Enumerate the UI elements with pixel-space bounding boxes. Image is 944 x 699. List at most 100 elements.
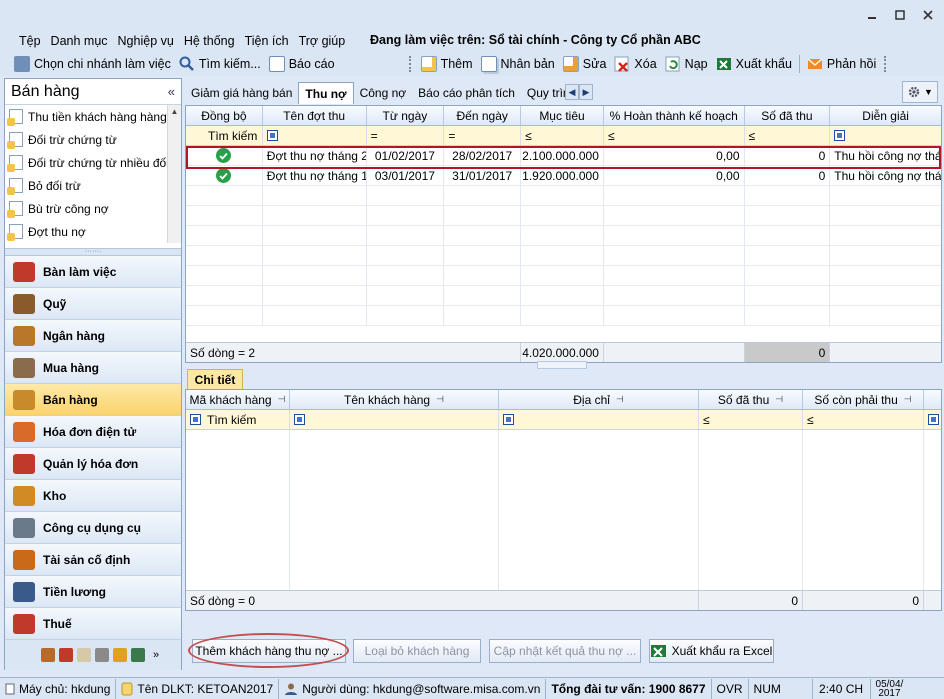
tab-receivables[interactable]: Công nợ: [354, 82, 413, 104]
toolbar-grip[interactable]: [408, 56, 413, 72]
filter-cell[interactable]: ≤: [745, 126, 831, 145]
filter-cell[interactable]: [924, 410, 941, 429]
table-row[interactable]: Đợt thu nợ tháng 1 03/01/2017 31/01/2017 1.…: [186, 166, 941, 186]
load-button[interactable]: Nạp: [661, 53, 712, 75]
filter-cell[interactable]: ≤: [521, 126, 604, 145]
column-header[interactable]: Số còn phải thu ⊣: [803, 390, 924, 409]
column-header[interactable]: Mã khách hàng ⊣: [186, 390, 290, 409]
update-result-button[interactable]: Cập nhật kết quả thu nợ ...: [489, 639, 641, 663]
search-button[interactable]: Tìm kiếm...: [175, 53, 265, 75]
edit-button[interactable]: Sửa: [559, 53, 611, 75]
module-nav-item[interactable]: Bàn làm việc: [5, 256, 181, 288]
filter-cell[interactable]: ≤: [803, 410, 924, 429]
filter-mode-icon[interactable]: [834, 130, 846, 141]
tab-scroll-left-icon[interactable]: ◀: [564, 84, 579, 100]
filter-operator[interactable]: ≤: [608, 129, 615, 143]
module-nav-item[interactable]: Tài sản cố định: [5, 544, 181, 576]
pin-icon[interactable]: ⊣: [436, 394, 444, 405]
module-nav-item[interactable]: Quản lý hóa đơn: [5, 448, 181, 480]
filter-cell[interactable]: =: [444, 126, 522, 145]
filter-mode-icon[interactable]: [503, 414, 514, 425]
restore-icon[interactable]: [886, 4, 914, 26]
filter-mode-icon[interactable]: [266, 130, 278, 141]
sub-item-offset-multi[interactable]: Đối trừ chứng từ nhiều đối tư...: [5, 151, 181, 174]
menu-operations[interactable]: Nghiệp vụ: [113, 34, 179, 48]
module-nav-item[interactable]: Hóa đơn điện tử: [5, 416, 181, 448]
sub-item-collection-period[interactable]: Đợt thu nợ: [5, 220, 181, 243]
filter-cell[interactable]: [290, 410, 499, 429]
sub-item-cancel-offset[interactable]: Bỏ đối trừ: [5, 174, 181, 197]
delete-button[interactable]: Xóa: [610, 53, 660, 75]
scroll-up-icon[interactable]: ▲: [168, 105, 181, 119]
tab-analysis-report[interactable]: Báo cáo phân tích: [412, 82, 521, 104]
column-header[interactable]: Từ ngày: [367, 106, 445, 125]
module-nav-item[interactable]: Mua hàng: [5, 352, 181, 384]
tab-detail[interactable]: Chi tiết: [187, 369, 243, 390]
branch-button[interactable]: Chọn chi nhánh làm việc: [0, 53, 175, 75]
report-button[interactable]: Báo cáo: [265, 53, 339, 75]
module-nav-item[interactable]: Tiền lương: [5, 576, 181, 608]
tab-debt-collection[interactable]: Thu nợ: [298, 82, 354, 104]
more-modules-icon[interactable]: »: [153, 649, 159, 661]
filter-cell[interactable]: [830, 126, 941, 145]
overflow-module-icon[interactable]: [41, 648, 55, 662]
overflow-module-icon[interactable]: [59, 648, 73, 662]
remove-customer-button[interactable]: Loại bỏ khách hàng: [353, 639, 481, 663]
filter-operator[interactable]: =: [448, 129, 455, 143]
filter-mode-icon[interactable]: [294, 414, 305, 425]
module-nav-item[interactable]: Kho: [5, 480, 181, 512]
tab-sales-discount[interactable]: Giảm giá hàng bán: [185, 82, 298, 104]
menu-file[interactable]: Tệp: [14, 34, 46, 48]
filter-cell[interactable]: =: [367, 126, 445, 145]
filter-cell[interactable]: ≤: [699, 410, 803, 429]
panel-splitter[interactable]: ·······: [5, 248, 181, 256]
filter-cell[interactable]: ≤: [604, 126, 745, 145]
menu-utilities[interactable]: Tiện ích: [240, 34, 294, 48]
module-nav-item[interactable]: Bán hàng: [5, 384, 181, 416]
export-button[interactable]: Xuất khẩu: [712, 53, 796, 75]
tab-scroll-right-icon[interactable]: ▶: [578, 84, 593, 100]
close-icon[interactable]: [914, 4, 942, 26]
filter-cell[interactable]: [263, 126, 367, 145]
pin-icon[interactable]: ⊣: [904, 394, 912, 405]
add-button[interactable]: Thêm: [417, 53, 477, 75]
column-header[interactable]: Số đã thu: [745, 106, 831, 125]
menu-help[interactable]: Trợ giúp: [294, 34, 351, 48]
column-header[interactable]: Diễn giải: [830, 106, 941, 125]
filter-cell[interactable]: [499, 410, 699, 429]
filter-operator[interactable]: ≤: [525, 129, 532, 143]
pin-icon[interactable]: ⊣: [775, 394, 783, 405]
filter-operator[interactable]: ≤: [807, 413, 814, 427]
settings-button[interactable]: ▼: [902, 81, 938, 103]
filter-operator[interactable]: =: [371, 129, 378, 143]
column-header[interactable]: Số đã thu ⊣: [699, 390, 803, 409]
column-header[interactable]: Tên khách hàng ⊣: [290, 390, 499, 409]
tab-process[interactable]: Quy trìn: [521, 82, 565, 104]
module-nav-item[interactable]: Quỹ: [5, 288, 181, 320]
column-header[interactable]: % Hoàn thành kế hoạch: [604, 106, 745, 125]
filter-search-cell[interactable]: Tìm kiếm: [186, 126, 263, 145]
sub-item-receive-payment[interactable]: Thu tiền khách hàng hàng: [5, 105, 181, 128]
sub-list-scrollbar[interactable]: ▲: [167, 105, 181, 243]
filter-search-cell[interactable]: Tìm kiếm: [186, 410, 290, 429]
module-nav-item[interactable]: Thuế: [5, 608, 181, 640]
module-nav-item[interactable]: Ngân hàng: [5, 320, 181, 352]
feedback-button[interactable]: Phản hồi: [803, 53, 880, 75]
pin-icon[interactable]: ⊣: [278, 394, 286, 405]
overflow-module-icon[interactable]: [77, 648, 91, 662]
export-excel-button[interactable]: Xuất khẩu ra Excel: [649, 639, 774, 663]
menu-catalog[interactable]: Danh mục: [46, 34, 113, 48]
column-header[interactable]: Mục tiêu: [521, 106, 604, 125]
collapse-icon[interactable]: «: [168, 84, 175, 99]
filter-mode-icon[interactable]: [190, 414, 201, 425]
minimize-icon[interactable]: [858, 4, 886, 26]
sub-item-debt-clearing[interactable]: Bù trừ công nợ: [5, 197, 181, 220]
filter-mode-icon[interactable]: [928, 414, 939, 425]
filter-operator[interactable]: ≤: [703, 413, 710, 427]
toolbar-grip-end[interactable]: [884, 56, 888, 72]
overflow-module-icon[interactable]: [113, 648, 127, 662]
column-header[interactable]: Đến ngày: [444, 106, 522, 125]
column-header[interactable]: Đồng bộ: [186, 106, 263, 125]
column-header[interactable]: Địa chỉ ⊣: [499, 390, 699, 409]
sub-item-offset[interactable]: Đối trừ chứng từ: [5, 128, 181, 151]
